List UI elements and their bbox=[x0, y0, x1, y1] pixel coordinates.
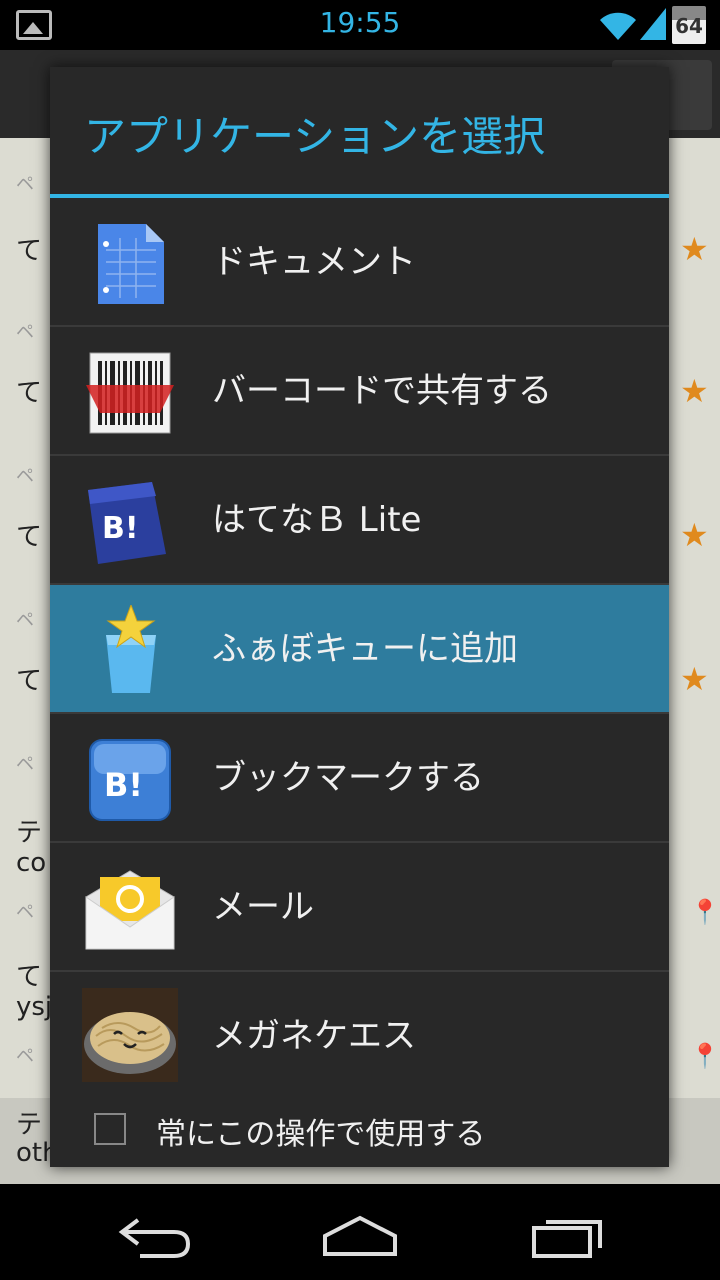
recent-apps-icon[interactable] bbox=[522, 1206, 612, 1262]
hatena-b-lite-icon: B! bbox=[88, 482, 166, 564]
dialog-title: アプリケーションを選択 bbox=[84, 112, 546, 161]
app-item-hatena-bookmark[interactable]: B! ブックマークする bbox=[50, 714, 669, 843]
app-item-label: ブックマークする bbox=[212, 758, 484, 798]
navigation-bar bbox=[0, 1184, 720, 1280]
app-chooser-dialog: アプリケーションを選択 ドキュメント バーコードで共有する B! はてなＢ Li… bbox=[50, 67, 669, 1167]
wifi-icon bbox=[600, 12, 636, 41]
app-item-favo-queue[interactable]: ふぁぼキューに追加 bbox=[50, 585, 669, 714]
pin-icon: 📍 bbox=[690, 898, 720, 926]
favo-queue-icon bbox=[106, 605, 156, 693]
svg-text:B!: B! bbox=[102, 511, 139, 546]
app-item-label: ドキュメント bbox=[212, 242, 416, 282]
status-bar: 19:55 64 bbox=[0, 0, 720, 50]
barcode-icon bbox=[86, 352, 174, 434]
app-item-label: メガネケエス bbox=[212, 1016, 416, 1056]
app-item-docs[interactable]: ドキュメント bbox=[50, 198, 669, 327]
star-icon: ★ bbox=[680, 516, 709, 554]
signal-icon bbox=[640, 8, 666, 40]
megane-kes-icon bbox=[82, 988, 178, 1082]
app-item-label: メール bbox=[212, 887, 314, 927]
app-item-label: ふぁぼキューに追加 bbox=[212, 629, 518, 669]
battery-icon: 64 bbox=[672, 6, 706, 44]
app-item-megane-kes[interactable]: メガネケエス bbox=[50, 972, 669, 1101]
always-use-label: 常にこの操作で使用する bbox=[156, 1117, 486, 1152]
star-icon: ★ bbox=[680, 660, 709, 698]
svg-text:B!: B! bbox=[104, 766, 143, 804]
star-icon: ★ bbox=[680, 230, 709, 268]
mail-icon bbox=[85, 870, 175, 950]
hatena-bookmark-icon: B! bbox=[89, 739, 171, 821]
always-use-row[interactable]: 常にこの操作で使用する bbox=[50, 1097, 669, 1167]
home-icon[interactable] bbox=[315, 1206, 405, 1262]
docs-icon bbox=[98, 224, 164, 304]
app-item-hatena-b-lite[interactable]: B! はてなＢ Lite bbox=[50, 456, 669, 585]
back-icon[interactable] bbox=[110, 1206, 200, 1262]
pin-icon: 📍 bbox=[690, 1042, 720, 1070]
star-icon: ★ bbox=[680, 372, 709, 410]
app-item-label: バーコードで共有する bbox=[212, 371, 552, 411]
app-item-label: はてなＢ Lite bbox=[212, 500, 422, 540]
always-use-checkbox[interactable] bbox=[94, 1113, 126, 1145]
battery-level: 64 bbox=[675, 14, 703, 38]
app-item-mail[interactable]: メール bbox=[50, 843, 669, 972]
app-item-barcode[interactable]: バーコードで共有する bbox=[50, 327, 669, 456]
